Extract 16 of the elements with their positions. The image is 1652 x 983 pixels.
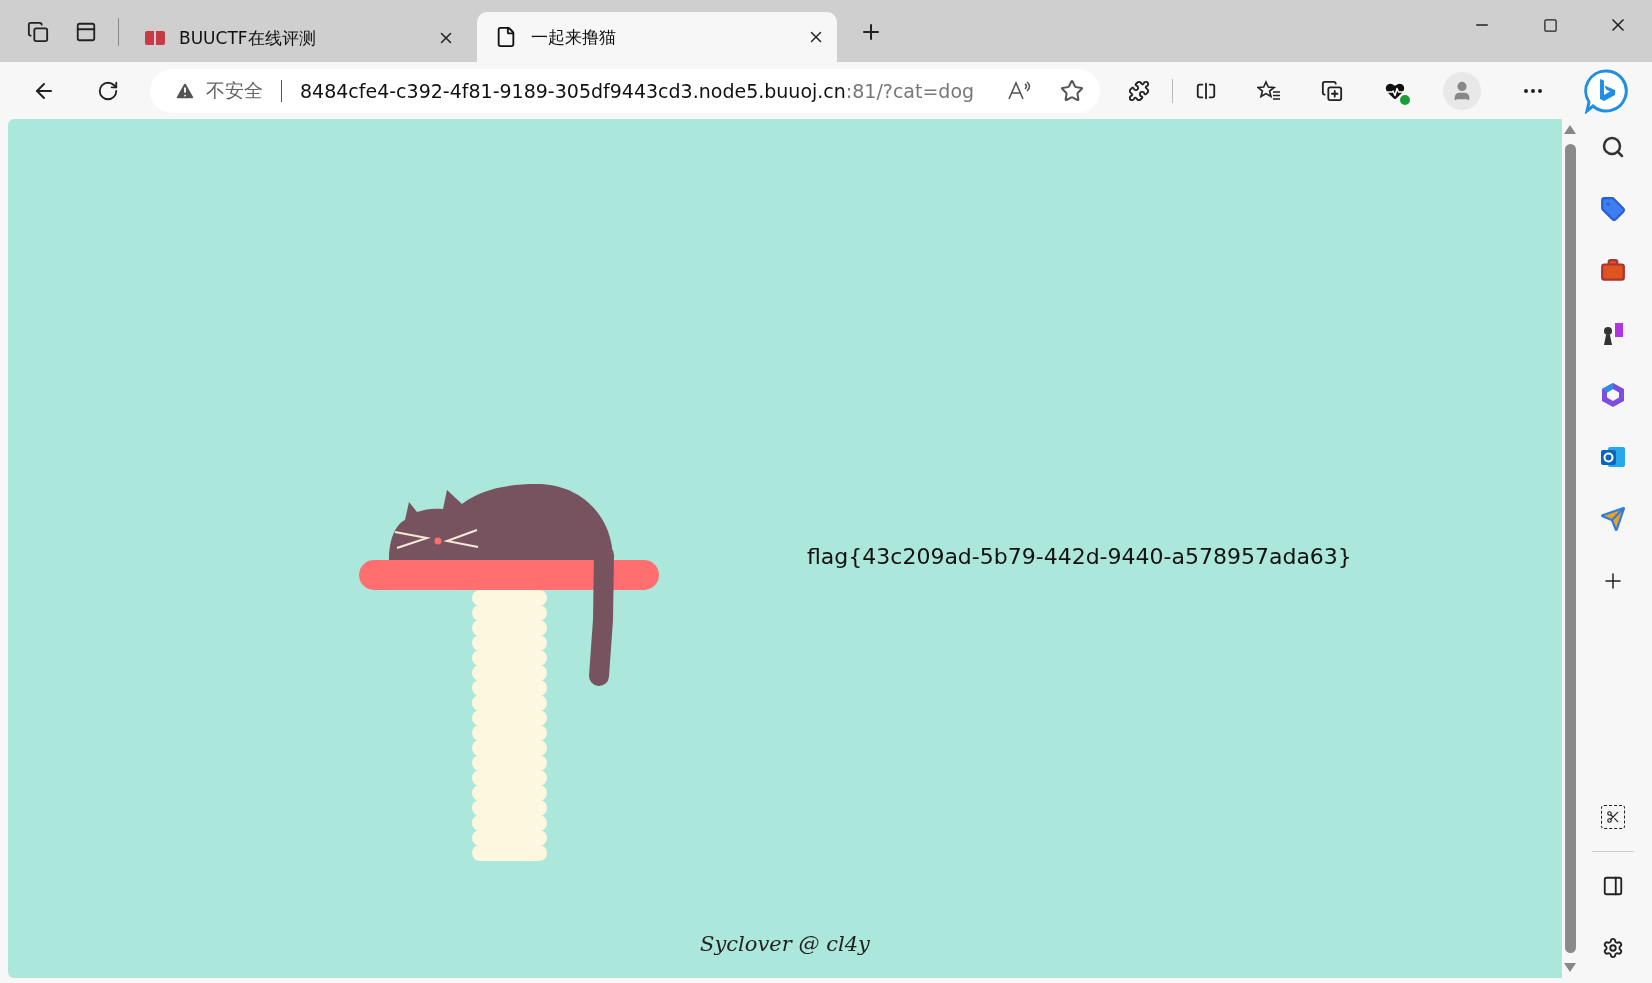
tab-title: BUUCTF在线评测 xyxy=(179,26,317,50)
url-text: 8484cfe4-c392-4f81-9189-305df9443cd3.node5.buuoj.cn:81/?cat=dog xyxy=(300,79,976,102)
profile-avatar[interactable] xyxy=(1443,71,1481,110)
security-label: 不安全 xyxy=(206,77,263,103)
address-bar[interactable]: 不安全 8484cfe4-c392-4f81-9189-305df9443cd3.node5.buuoj.cn:81/?cat=dog xyxy=(150,68,1100,113)
favorites-button[interactable] xyxy=(1257,79,1281,102)
favorite-star-button[interactable] xyxy=(1060,78,1084,103)
flag-text: flag{43c209ad-5b79-442d-9440-a578957ada63} xyxy=(807,544,1352,571)
browser-tab[interactable]: 一起来撸猫 xyxy=(477,12,837,62)
extensions-button[interactable] xyxy=(1128,79,1150,102)
browser-tab[interactable]: BUUCTF在线评测 xyxy=(127,14,467,62)
collections-button[interactable] xyxy=(1321,79,1343,102)
copilot-icon[interactable] xyxy=(1583,67,1629,114)
footer-credit: Syclover @ cl4y xyxy=(700,932,870,956)
page-icon xyxy=(495,26,517,48)
tab-title: 一起来撸猫 xyxy=(531,25,617,49)
